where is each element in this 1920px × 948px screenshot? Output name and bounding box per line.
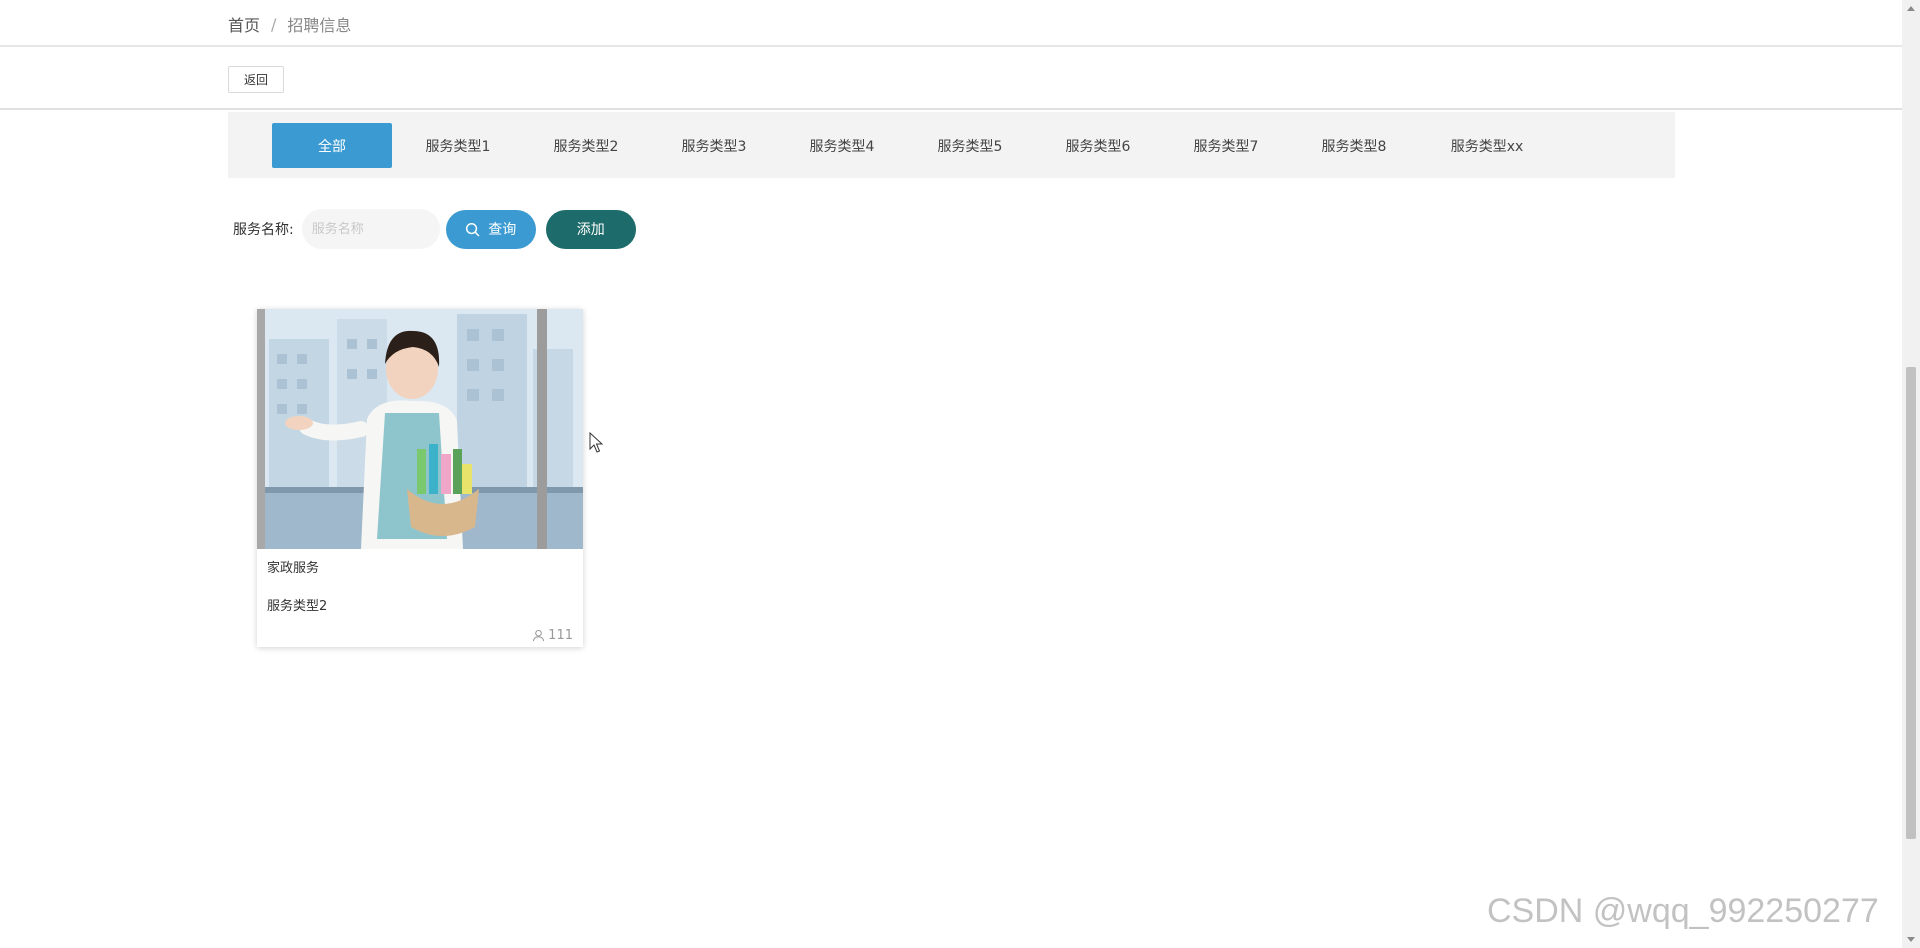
mouse-cursor-icon [589, 432, 603, 453]
scroll-up-icon[interactable] [1907, 6, 1915, 11]
scroll-down-icon[interactable] [1907, 937, 1915, 942]
tab-service-type-3[interactable]: 服务类型3 [654, 123, 774, 168]
card-title: 家政服务 [267, 561, 320, 576]
watermark: CSDN @wqq_992250277 [1487, 892, 1879, 930]
breadcrumb: 首页 / 招聘信息 [228, 12, 351, 36]
card-views-count: 111 [548, 628, 573, 643]
page-scrollbar[interactable] [1902, 0, 1920, 948]
scroll-thumb[interactable] [1906, 367, 1916, 839]
tab-service-type-xx[interactable]: 服务类型xx [1422, 123, 1552, 168]
breadcrumb-current: 招聘信息 [287, 16, 352, 35]
breadcrumb-separator: / [271, 14, 277, 34]
toolbar: 返回 [0, 49, 1902, 110]
housekeeper-photo [257, 309, 583, 549]
card-image [257, 309, 583, 549]
search-form: 服务名称: 查询 添加 [233, 209, 636, 249]
tab-service-type-4[interactable]: 服务类型4 [782, 123, 902, 168]
tab-all[interactable]: 全部 [272, 123, 392, 168]
query-button[interactable]: 查询 [445, 209, 536, 249]
user-icon [533, 629, 545, 642]
back-button[interactable]: 返回 [228, 66, 284, 93]
search-label: 服务名称: [233, 222, 294, 238]
tab-service-type-7[interactable]: 服务类型7 [1166, 123, 1286, 168]
breadcrumb-home[interactable]: 首页 [228, 12, 260, 36]
category-tabs: 全部 服务类型1 服务类型2 服务类型3 服务类型4 服务类型5 服务类型6 服… [228, 112, 1675, 178]
card-views: 111 [532, 628, 573, 643]
breadcrumb-bar: 首页 / 招聘信息 [0, 0, 1902, 47]
tab-service-type-8[interactable]: 服务类型8 [1294, 123, 1414, 168]
tab-service-type-2[interactable]: 服务类型2 [526, 123, 646, 168]
tab-service-type-6[interactable]: 服务类型6 [1038, 123, 1158, 168]
service-card[interactable]: 家政服务 服务类型2 111 [257, 309, 583, 647]
search-input[interactable] [301, 209, 440, 249]
page: 首页 / 招聘信息 返回 全部 服务类型1 服务类型2 服务类型3 服务类型4 … [0, 0, 1920, 948]
add-button[interactable]: 添加 [545, 209, 636, 249]
tab-service-type-1[interactable]: 服务类型1 [398, 123, 518, 168]
query-button-label: 查询 [488, 222, 517, 238]
tab-service-type-5[interactable]: 服务类型5 [910, 123, 1030, 168]
card-service-type: 服务类型2 [267, 599, 328, 614]
search-icon [466, 222, 480, 236]
